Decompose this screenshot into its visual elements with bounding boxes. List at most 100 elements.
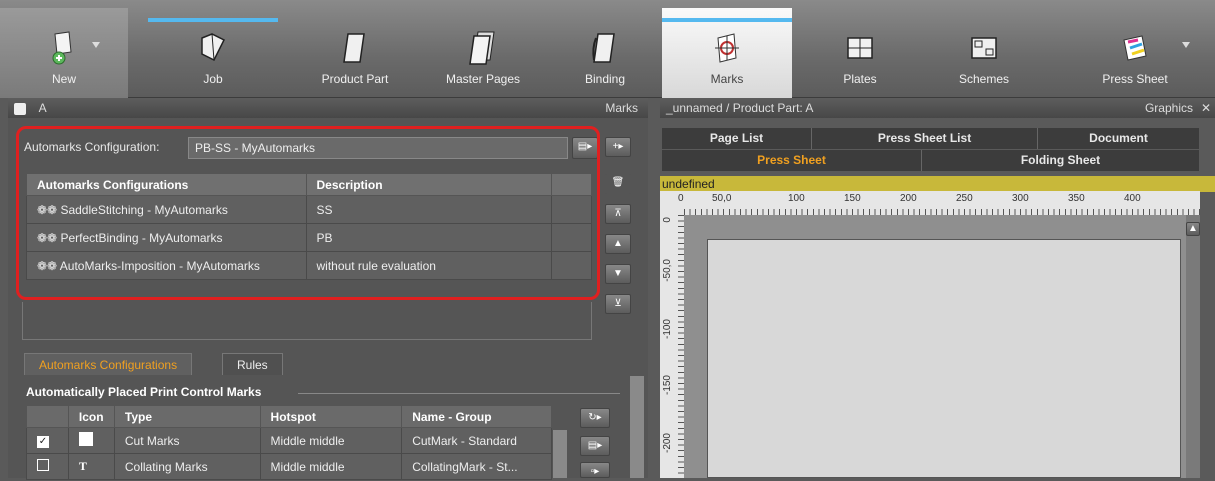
plates-label: Plates — [843, 72, 877, 86]
mark-name: CutMark - Standard — [401, 427, 552, 454]
job-icon — [201, 33, 226, 62]
tab-press-sheet[interactable]: Press Sheet — [662, 150, 922, 171]
product-part-icon — [343, 33, 365, 63]
close-icon[interactable]: ✕ — [1201, 98, 1211, 118]
table-row[interactable]: ✓ Cut Marks Middle middle CutMark - Stan… — [26, 427, 552, 454]
mark-type: Cut Marks — [113, 427, 261, 454]
mark-tool-button[interactable]: ▤▸ — [580, 436, 610, 456]
press-sheet-icon — [1123, 35, 1147, 61]
master-pages-button[interactable]: Master Pages — [418, 8, 548, 98]
column-header[interactable]: Name - Group — [401, 405, 552, 428]
move-down-button[interactable]: ▼ — [605, 264, 631, 284]
marks-label: Marks — [710, 72, 744, 86]
press-sheet-button[interactable]: Press Sheet — [1070, 8, 1200, 98]
new-document-icon — [52, 31, 72, 65]
ruler-tick-label: 350 — [1068, 193, 1085, 204]
checkbox-unchecked[interactable] — [37, 459, 49, 471]
active-indicator — [662, 18, 792, 22]
press-sheet-canvas[interactable] — [707, 239, 1181, 478]
panel-section-label: Graphics — [1144, 101, 1193, 115]
plates-icon — [847, 37, 873, 59]
print-control-marks-table: Icon Type Hotspot Name - Group ✓ Cut Mar… — [26, 405, 552, 480]
ruler-tick-label: 400 — [1124, 193, 1141, 204]
schemes-button[interactable]: Schemes — [924, 8, 1044, 98]
schemes-label: Schemes — [958, 72, 1010, 86]
binding-button[interactable]: Binding — [540, 8, 670, 98]
panel-title: _unnamed / Product Part: A — [666, 101, 814, 115]
product-part-button[interactable]: Product Part — [290, 8, 420, 98]
tab-page-list[interactable]: Page List — [662, 128, 812, 149]
move-bottom-button[interactable]: ⊻ — [605, 294, 631, 314]
add-button[interactable]: +▸ — [605, 137, 631, 157]
horizontal-ruler: 0 50,0 100 150 200 250 300 350 400 — [660, 191, 1200, 215]
column-header[interactable]: Hotspot — [259, 405, 403, 428]
chevron-down-icon[interactable] — [1182, 42, 1190, 48]
checkbox-checked[interactable]: ✓ — [37, 436, 49, 448]
master-pages-label: Master Pages — [445, 72, 521, 86]
marks-button[interactable]: Marks — [662, 8, 792, 98]
product-part-label: Product Part — [321, 72, 389, 86]
panel-section-label: Marks — [605, 101, 638, 115]
ruler-tick-label: 0 — [662, 217, 673, 223]
column-header[interactable]: Type — [113, 405, 261, 428]
column-header[interactable]: Icon — [67, 405, 115, 428]
ruler-tick-label: -50,0 — [662, 259, 673, 282]
scroll-up-button[interactable]: ▲ — [1186, 222, 1200, 236]
ruler-tick-label: 50,0 — [712, 193, 732, 204]
press-sheet-label: Press Sheet — [1102, 72, 1168, 86]
chevron-down-icon[interactable] — [92, 42, 100, 48]
move-top-button[interactable]: ⊼ — [605, 204, 631, 224]
ruler-tick-label: -100 — [662, 319, 673, 340]
move-up-button[interactable]: ▲ — [605, 234, 631, 254]
tab-document[interactable]: Document — [1038, 128, 1199, 149]
divider — [298, 393, 620, 394]
marks-panel-header: A Marks — [8, 98, 648, 118]
marks-icon — [715, 33, 739, 63]
column-header-empty — [26, 405, 69, 428]
view-tabs-row-2: Press Sheet Folding Sheet — [662, 150, 1199, 171]
ruler-tick-label: 250 — [956, 193, 973, 204]
cut-mark-icon — [78, 432, 93, 446]
text-icon: T — [78, 459, 87, 473]
new-label: New — [51, 72, 76, 86]
sync-button[interactable]: ↻▸ — [580, 408, 610, 428]
plates-button[interactable]: Plates — [800, 8, 920, 98]
master-pages-icon — [469, 31, 495, 65]
active-indicator — [148, 18, 278, 22]
job-button[interactable]: Job — [148, 8, 278, 98]
ruler-tick-label: 0 — [678, 193, 684, 204]
job-label: Job — [203, 72, 223, 86]
status-bar: undefined — [660, 176, 1215, 192]
panel-scrollbar[interactable] — [630, 376, 644, 478]
binding-label: Binding — [584, 72, 626, 86]
table-row[interactable]: T Collating Marks Middle middle Collatin… — [26, 453, 552, 480]
ruler-tick-label: 300 — [1012, 193, 1029, 204]
tab-automarks-configurations[interactable]: Automarks Configurations — [24, 353, 193, 375]
ruler-tick-label: 200 — [900, 193, 917, 204]
tab-folding-sheet[interactable]: Folding Sheet — [922, 150, 1199, 171]
ruler-tick-label: 150 — [844, 193, 861, 204]
mark-name: CollatingMark - St... — [401, 453, 552, 480]
highlight-box — [16, 126, 600, 300]
ruler-tick-label: -200 — [662, 433, 673, 454]
new-button[interactable]: New — [0, 8, 128, 98]
mark-hotspot: Middle middle — [259, 427, 403, 454]
mark-tool-2-button[interactable]: ▫▸ — [580, 462, 610, 478]
vertical-ruler: 0 -50,0 -100 -150 -200 — [660, 215, 684, 478]
mark-type: Collating Marks — [113, 453, 261, 480]
main-toolbar: New Job Product Part Master Pages Bindin… — [0, 0, 1215, 98]
lock-icon[interactable] — [14, 102, 26, 115]
section-title: Automatically Placed Print Control Marks — [26, 385, 262, 399]
graphics-panel-header: _unnamed / Product Part: A Graphics ✕ — [660, 98, 1215, 118]
empty-area — [22, 302, 592, 340]
panel-title: A — [38, 101, 47, 115]
ruler-tick-label: 100 — [788, 193, 805, 204]
binding-icon — [592, 33, 615, 63]
canvas-scrollbar[interactable] — [1186, 215, 1200, 478]
schemes-icon — [971, 37, 997, 59]
tab-press-sheet-list[interactable]: Press Sheet List — [812, 128, 1038, 149]
table-scrollbar[interactable] — [553, 430, 567, 478]
trash-icon[interactable]: 🗑 — [605, 174, 631, 194]
tab-rules[interactable]: Rules — [222, 353, 283, 375]
view-tabs-row-1: Page List Press Sheet List Document — [662, 128, 1199, 149]
